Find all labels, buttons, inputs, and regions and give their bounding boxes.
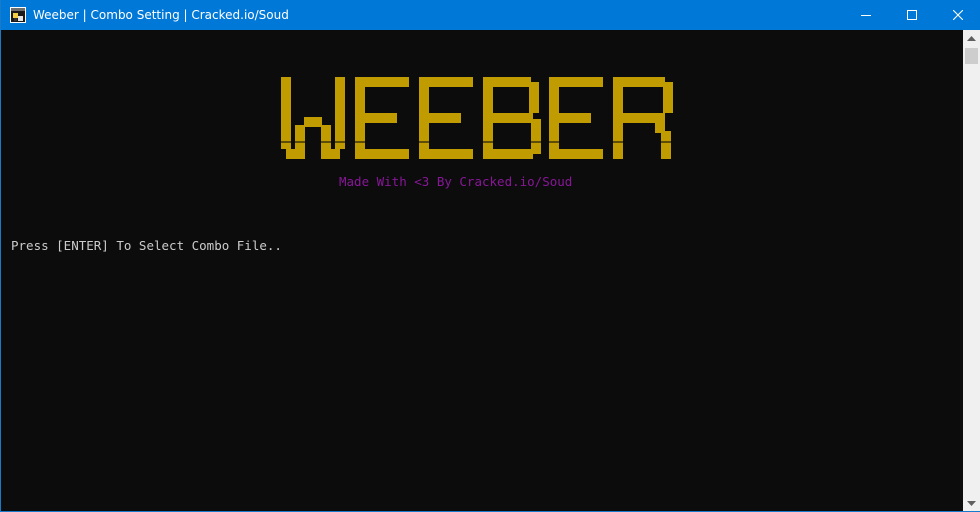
chevron-up-icon [967,35,976,41]
title-bar[interactable]: Weeber | Combo Setting | Cracked.io/Soud [1,0,980,30]
scroll-down-button[interactable] [963,494,980,511]
console-window: Weeber | Combo Setting | Cracked.io/Soud [0,0,980,512]
prompt-line: Press [ENTER] To Select Combo File.. [11,238,282,253]
minimize-button[interactable] [843,0,889,30]
credits-subtitle: Made With <3 By Cracked.io/Soud [339,174,573,189]
scrollbar-thumb[interactable] [965,48,978,64]
ascii-logo [281,77,681,159]
chevron-down-icon [967,500,976,506]
minimize-icon [861,15,871,16]
close-icon [953,10,963,20]
window-title: Weeber | Combo Setting | Cracked.io/Soud [33,8,289,22]
console-app-icon[interactable] [10,7,26,23]
vertical-scrollbar[interactable] [963,30,980,511]
close-button[interactable] [935,0,980,30]
console-output[interactable]: Made With <3 By Cracked.io/Soud Press [E… [2,30,963,511]
scroll-up-button[interactable] [963,30,980,47]
maximize-icon [907,10,917,20]
maximize-button[interactable] [889,0,935,30]
